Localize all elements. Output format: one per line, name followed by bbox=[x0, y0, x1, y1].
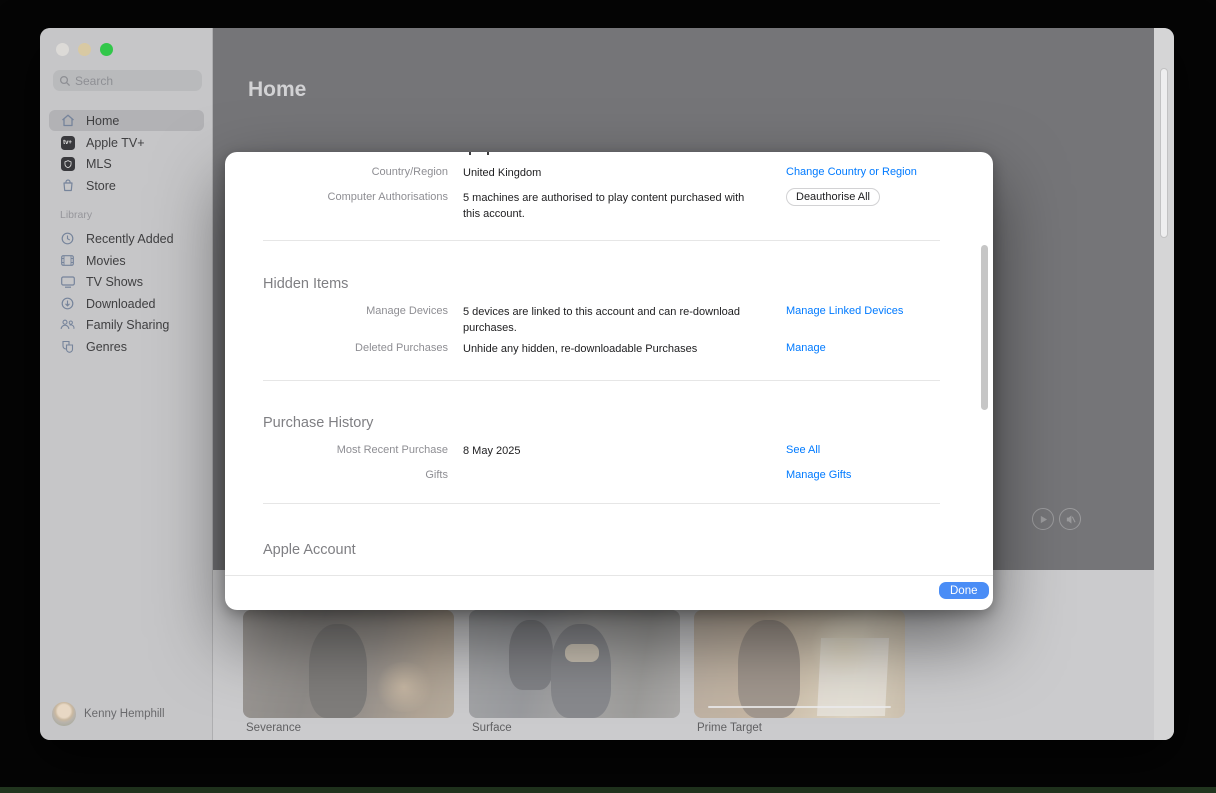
poster-surface[interactable] bbox=[469, 610, 680, 718]
row-label: Computer Authorisations bbox=[225, 191, 448, 203]
family-sharing-icon bbox=[59, 319, 76, 330]
clipped-scrolled-text bbox=[487, 152, 489, 155]
sidebar-item-movies[interactable]: Movies bbox=[49, 250, 204, 271]
sidebar-item-label: Recently Added bbox=[86, 232, 174, 246]
mute-button[interactable] bbox=[1059, 508, 1081, 530]
search-icon bbox=[59, 75, 71, 87]
footer-divider bbox=[225, 575, 993, 576]
library-section-label: Library bbox=[60, 209, 92, 221]
home-icon bbox=[59, 114, 76, 127]
clock-icon bbox=[59, 232, 76, 245]
manage-deleted-purchases-link[interactable]: Manage bbox=[786, 342, 826, 354]
purchase-history-heading: Purchase History bbox=[263, 415, 373, 431]
account-user-row[interactable]: Kenny Hemphill bbox=[52, 702, 165, 726]
poster-title: Severance bbox=[246, 722, 301, 734]
poster-prime-target[interactable] bbox=[694, 610, 905, 718]
sidebar-item-label: Family Sharing bbox=[86, 318, 169, 332]
sidebar-item-genres[interactable]: Genres bbox=[49, 336, 204, 357]
row-label: Country/Region bbox=[225, 166, 448, 178]
hidden-items-heading: Hidden Items bbox=[263, 276, 348, 292]
row-value: 8 May 2025 bbox=[463, 444, 763, 460]
section-divider bbox=[263, 240, 940, 241]
apple-tv-plus-icon: tv+ bbox=[59, 136, 76, 150]
sidebar-item-label: Genres bbox=[86, 340, 127, 354]
sidebar-item-label: Home bbox=[86, 114, 119, 128]
sidebar-item-apple-tv-plus[interactable]: tv+ Apple TV+ bbox=[49, 132, 204, 153]
row-label: Deleted Purchases bbox=[225, 342, 448, 354]
download-icon bbox=[59, 297, 76, 310]
clipped-scrolled-text bbox=[469, 152, 471, 155]
sidebar-item-label: Downloaded bbox=[86, 297, 156, 311]
window-scrollbar-thumb[interactable] bbox=[1160, 68, 1168, 238]
modal-scrollbar-thumb[interactable] bbox=[981, 245, 988, 410]
close-window-button[interactable] bbox=[56, 43, 69, 56]
sidebar-item-tv-shows[interactable]: TV Shows bbox=[49, 271, 204, 292]
row-label: Gifts bbox=[225, 469, 448, 481]
poster-severance[interactable] bbox=[243, 610, 454, 718]
row-label: Manage Devices bbox=[225, 305, 448, 317]
sidebar-item-label: Movies bbox=[86, 254, 126, 268]
sidebar-item-home[interactable]: Home bbox=[49, 110, 204, 131]
poster-title: Surface bbox=[472, 722, 512, 734]
section-divider bbox=[263, 380, 940, 381]
mls-icon bbox=[59, 157, 76, 171]
row-value: 5 devices are linked to this account and… bbox=[463, 305, 763, 337]
sidebar-item-label: MLS bbox=[86, 157, 112, 171]
sidebar: Home tv+ Apple TV+ MLS Store Library bbox=[40, 28, 213, 740]
user-name: Kenny Hemphill bbox=[84, 708, 165, 720]
search-input[interactable] bbox=[75, 74, 185, 88]
tv-icon bbox=[59, 276, 76, 288]
zoom-window-button[interactable] bbox=[100, 43, 113, 56]
see-all-purchases-link[interactable]: See All bbox=[786, 444, 820, 456]
play-button[interactable] bbox=[1032, 508, 1054, 530]
user-avatar bbox=[52, 702, 76, 726]
sidebar-item-recently-added[interactable]: Recently Added bbox=[49, 228, 204, 249]
section-divider bbox=[263, 503, 940, 504]
row-value: United Kingdom bbox=[463, 166, 763, 182]
sidebar-item-label: Apple TV+ bbox=[86, 136, 145, 150]
window-scrollbar-track[interactable] bbox=[1154, 28, 1174, 740]
done-button[interactable]: Done bbox=[939, 582, 989, 599]
window-controls bbox=[56, 43, 113, 56]
genres-masks-icon bbox=[59, 340, 76, 353]
row-value: Unhide any hidden, re-downloadable Purch… bbox=[463, 342, 763, 358]
sidebar-item-family-sharing[interactable]: Family Sharing bbox=[49, 314, 204, 335]
sidebar-item-downloaded[interactable]: Downloaded bbox=[49, 293, 204, 314]
film-icon bbox=[59, 255, 76, 266]
store-bag-icon bbox=[59, 179, 76, 192]
deauthorise-all-button[interactable]: Deauthorise All bbox=[786, 188, 880, 206]
poster-title: Prime Target bbox=[697, 722, 762, 734]
sidebar-item-label: TV Shows bbox=[86, 275, 143, 289]
sidebar-item-store[interactable]: Store bbox=[49, 175, 204, 196]
minimize-window-button[interactable] bbox=[78, 43, 91, 56]
sidebar-item-mls[interactable]: MLS bbox=[49, 153, 204, 174]
page-title: Home bbox=[248, 78, 306, 102]
play-icon bbox=[1039, 515, 1048, 524]
account-settings-dialog: Country/Region United Kingdom Change Cou… bbox=[225, 152, 993, 610]
apple-account-heading: Apple Account bbox=[263, 542, 356, 558]
search-field[interactable] bbox=[53, 70, 202, 91]
manage-linked-devices-link[interactable]: Manage Linked Devices bbox=[786, 305, 903, 317]
row-label: Most Recent Purchase bbox=[225, 444, 448, 456]
desktop-background: Home Severance bbox=[0, 0, 1216, 793]
change-country-link[interactable]: Change Country or Region bbox=[786, 166, 917, 178]
manage-gifts-link[interactable]: Manage Gifts bbox=[786, 469, 851, 481]
desktop-wallpaper-strip bbox=[0, 787, 1216, 793]
row-value: 5 machines are authorised to play conten… bbox=[463, 191, 763, 223]
speaker-muted-icon bbox=[1065, 514, 1076, 525]
sidebar-item-label: Store bbox=[86, 179, 116, 193]
